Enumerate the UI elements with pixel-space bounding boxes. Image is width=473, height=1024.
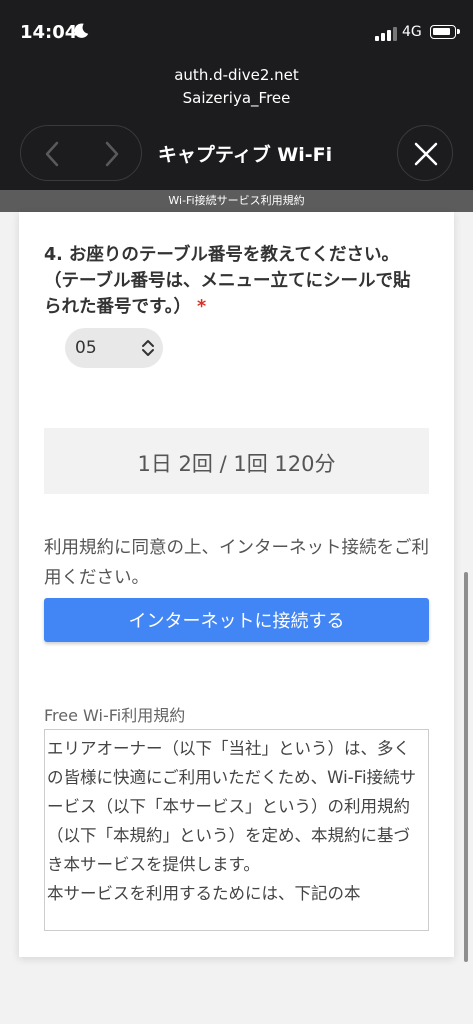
usage-limits-text: 1日 2回 / 1回 120分 <box>137 452 336 476</box>
question-text: 4. お座りのテーブル番号を教えてください。（テーブル番号は、メニュー立てにシー… <box>44 245 411 317</box>
connect-button[interactable]: インターネットに接続する <box>44 598 429 642</box>
nav-buttons <box>20 125 142 181</box>
chevron-left-icon[interactable] <box>33 134 73 174</box>
required-mark: * <box>197 297 207 317</box>
usage-limits-box: 1日 2回 / 1回 120分 <box>44 428 429 494</box>
battery-icon <box>430 25 460 39</box>
table-number-question: 4. お座りのテーブル番号を教えてください。（テーブル番号は、メニュー立てにシー… <box>44 242 419 320</box>
signal-icon <box>375 27 397 41</box>
table-number-value: 05 <box>75 338 97 358</box>
network-name: Saizeriya_Free <box>182 89 291 107</box>
close-icon <box>414 142 438 166</box>
moon-icon <box>74 23 89 38</box>
page-subtitle-bar: Wi-Fi接続サービス利用規約 <box>0 190 473 212</box>
page-scrollbar[interactable] <box>464 572 468 962</box>
terms-text: エリアオーナー（以下「当社」という）は、多くの皆様に快適にご利用いただくため、W… <box>47 739 417 903</box>
table-number-select[interactable]: 05 <box>65 328 163 368</box>
chevron-up-down-icon <box>142 340 154 356</box>
close-button[interactable] <box>397 125 453 181</box>
network-type: 4G <box>402 24 422 40</box>
terms-title: Free Wi-Fi利用規約 <box>44 706 186 725</box>
consent-text: 利用規約に同意の上、インターネット接続をご利用ください。 <box>44 538 429 588</box>
url-domain: auth.d-dive2.net <box>174 66 299 84</box>
page-title: キャプティブ Wi-Fi <box>157 144 333 166</box>
terms-scroll-box[interactable]: エリアオーナー（以下「当社」という）は、多くの皆様に快適にご利用いただくため、W… <box>44 729 429 931</box>
chevron-right-icon[interactable] <box>91 134 131 174</box>
status-time: 14:04 <box>20 22 78 43</box>
